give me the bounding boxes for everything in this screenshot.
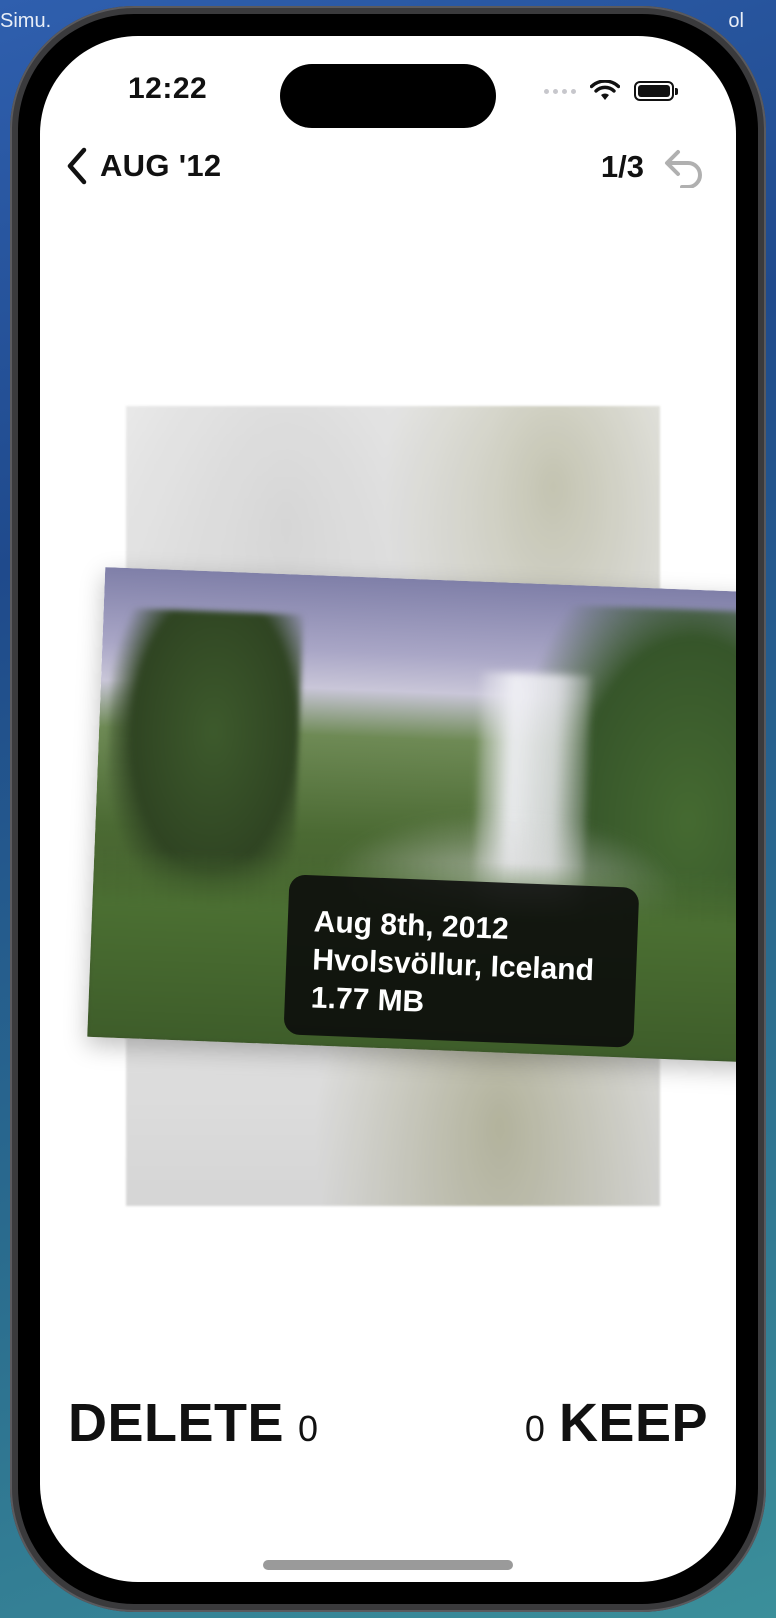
photo-info-card: Aug 8th, 2012 Hvolsvöllur, Iceland 1.77 … <box>283 874 640 1048</box>
keep-button[interactable]: 0 KEEP <box>525 1392 708 1454</box>
delete-count: 0 <box>298 1408 319 1449</box>
keep-label: KEEP <box>558 1393 708 1453</box>
back-button-label: AUG '12 <box>100 148 222 183</box>
home-indicator[interactable] <box>263 1560 513 1570</box>
keep-count: 0 <box>524 1408 545 1449</box>
signal-dots-icon <box>544 88 576 94</box>
back-button[interactable]: AUG '12 <box>64 146 221 186</box>
delete-label: DELETE <box>68 1393 285 1453</box>
photo-counter: 1/3 <box>600 149 644 184</box>
phone-screen: 12:22 AUG '12 1/3 Aug 8th, 2012 Hvolsvöl… <box>40 36 736 1582</box>
delete-button[interactable]: DELETE 0 <box>68 1392 318 1454</box>
chevron-left-icon <box>67 147 87 185</box>
phone-frame: 12:22 AUG '12 1/3 Aug 8th, 2012 Hvolsvöl… <box>10 6 766 1612</box>
status-icons <box>544 80 678 102</box>
battery-icon <box>634 81 678 101</box>
desktop-label-simulator: Simu. <box>0 10 52 32</box>
desktop-label-top-right: ol <box>728 10 744 32</box>
undo-icon[interactable] <box>662 146 706 188</box>
phone-bezel: 12:22 AUG '12 1/3 Aug 8th, 2012 Hvolsvöl… <box>18 14 758 1604</box>
wifi-icon <box>590 80 620 100</box>
status-time: 12:22 <box>128 72 208 105</box>
dynamic-island <box>280 64 496 128</box>
nav-right-group: 1/3 <box>601 146 706 188</box>
current-photo-card[interactable]: Aug 8th, 2012 Hvolsvöllur, Iceland 1.77 … <box>87 567 736 1063</box>
